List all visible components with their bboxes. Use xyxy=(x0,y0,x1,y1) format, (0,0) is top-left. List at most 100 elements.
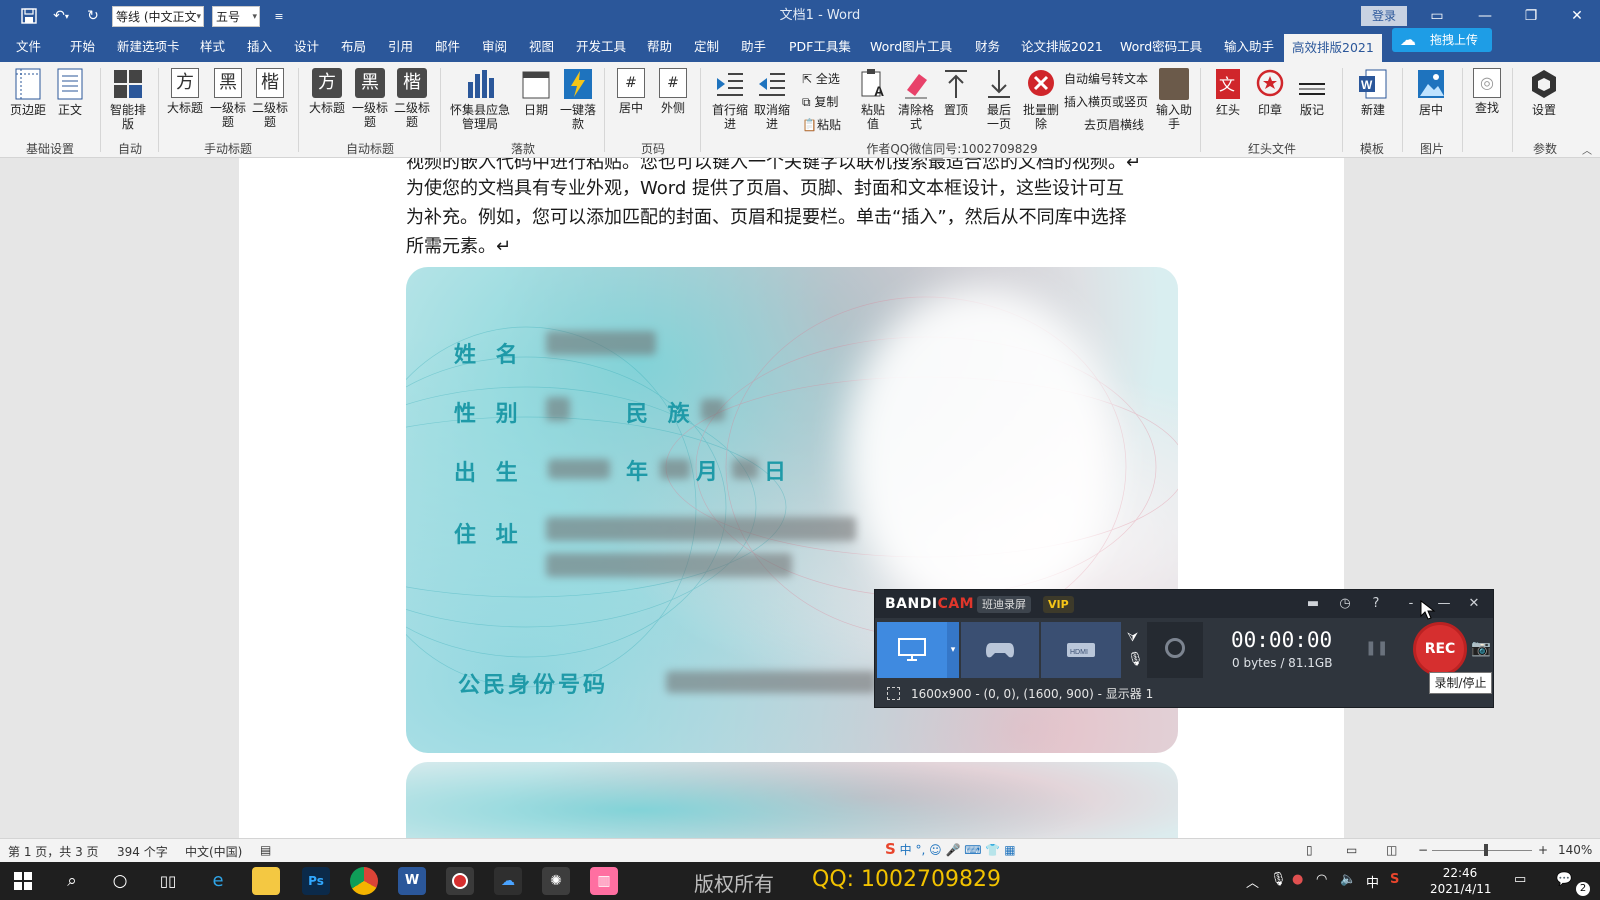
select-all-button[interactable]: ⇱ 全选 xyxy=(802,70,840,87)
macro-icon[interactable]: ▤ xyxy=(260,843,271,857)
tray-chevron-icon[interactable]: ︿ xyxy=(1246,872,1259,891)
tab-finance[interactable]: 财务 xyxy=(975,32,1000,62)
tab-home[interactable]: 开始 xyxy=(70,32,95,62)
ime-indicator[interactable]: 中 xyxy=(1366,872,1379,891)
cancel-indent-button[interactable]: 取消缩进 xyxy=(754,68,790,131)
chrome-icon[interactable] xyxy=(350,867,378,895)
zoom-in-icon[interactable]: + xyxy=(1538,843,1548,857)
auto-number-button[interactable]: 自动编号转文本 xyxy=(1064,70,1148,87)
red-head-button[interactable]: 文 红头 xyxy=(1212,68,1244,117)
edition-mark-button[interactable]: 版记 xyxy=(1296,68,1328,117)
media-app-icon[interactable]: ▥ xyxy=(590,867,618,895)
tab-new-tab[interactable]: 新建选项卡 xyxy=(117,32,180,62)
tray-app-icon[interactable]: ● xyxy=(1292,872,1303,887)
tab-layout[interactable]: 布局 xyxy=(341,32,366,62)
app-gear-icon[interactable]: ✺ xyxy=(542,867,570,895)
tab-word-image-tools[interactable]: Word图片工具 xyxy=(870,32,952,62)
action-center-icon[interactable]: 💬 xyxy=(1556,872,1572,887)
word-icon[interactable]: W xyxy=(398,867,426,895)
folder-icon[interactable]: ▬ xyxy=(1304,595,1322,613)
paragraph-line[interactable]: 为补充。例如，您可以添加匹配的封面、页眉和提要栏。单击“插入”，然后从不同库中选… xyxy=(406,205,1127,231)
customize-icon[interactable]: ≡ xyxy=(270,5,288,27)
tab-styles[interactable]: 样式 xyxy=(200,32,225,62)
sogou-tray-icon[interactable]: S xyxy=(1390,872,1399,887)
collapse-ribbon-icon[interactable]: ︿ xyxy=(1582,142,1592,157)
vip-badge[interactable]: VIP xyxy=(1043,596,1074,613)
close-icon[interactable]: ✕ xyxy=(1554,0,1600,32)
tab-pdf-tools[interactable]: PDF工具集 xyxy=(789,32,851,62)
tab-mailings[interactable]: 邮件 xyxy=(435,32,460,62)
screen-mode-dropdown[interactable]: ▾ xyxy=(947,622,959,678)
clear-format-button[interactable]: 清除格式 xyxy=(898,68,934,131)
tab-references[interactable]: 引用 xyxy=(388,32,413,62)
zoom-slider-thumb[interactable] xyxy=(1484,844,1488,856)
microphone-icon[interactable]: 🎙 xyxy=(1127,652,1144,667)
task-view-icon[interactable]: ▯▯ xyxy=(154,867,182,895)
new-template-button[interactable]: W 新建 xyxy=(1356,68,1390,117)
paragraph-line[interactable]: 所需元素。↵ xyxy=(406,234,511,260)
tab-developer[interactable]: 开发工具 xyxy=(576,32,626,62)
wifi-icon[interactable]: ◠ xyxy=(1316,872,1327,887)
body-text-button[interactable]: 正文 xyxy=(52,68,88,117)
word-count[interactable]: 394 个字 xyxy=(117,843,168,860)
paragraph-line[interactable]: 为使您的文档具有专业外观，Word 提供了页眉、页脚、封面和文本框设计，这些设计… xyxy=(406,176,1124,202)
zoom-level[interactable]: 140% xyxy=(1558,843,1592,857)
webcam-button[interactable] xyxy=(1147,622,1203,678)
volume-icon[interactable]: 🔈 xyxy=(1340,872,1356,887)
smart-layout-button[interactable]: 智能排版 xyxy=(108,68,148,131)
tab-input-helper[interactable]: 输入助手 xyxy=(1224,32,1274,62)
clock[interactable]: 22:46 2021/4/11 xyxy=(1430,865,1492,897)
font-name-combo[interactable]: 等线 (中文正文 ▾ xyxy=(112,6,204,27)
tray-mic-icon[interactable]: 🎙 xyxy=(1270,872,1287,887)
camera-icon[interactable]: 📷 xyxy=(1471,638,1491,657)
minimize-tray-icon[interactable]: — xyxy=(1435,595,1453,613)
game-mode-button[interactable] xyxy=(961,622,1039,678)
level1-title-button[interactable]: 黑 一级标题 xyxy=(208,68,248,129)
cursor-toggle-icon[interactable]: ⮛ xyxy=(1127,630,1138,645)
auto-level1-button[interactable]: 黑 一级标题 xyxy=(350,68,390,129)
read-mode-icon[interactable]: ▯ xyxy=(1306,843,1313,857)
redo-icon[interactable]: ↻ xyxy=(82,5,104,27)
find-button[interactable]: ◎ 查找 xyxy=(1470,68,1504,115)
recording-area-info[interactable]: 1600x900 - (0, 0), (1600, 900) - 显示器 1 xyxy=(875,681,1493,707)
bandicam-taskbar-icon[interactable] xyxy=(446,867,474,895)
date-button[interactable]: 日期 xyxy=(518,68,554,117)
id-card-image-second[interactable] xyxy=(406,762,1178,838)
tab-custom[interactable]: 定制 xyxy=(694,32,719,62)
file-explorer-icon[interactable] xyxy=(252,867,280,895)
insert-landscape-button[interactable]: 插入横页或竖页 xyxy=(1064,93,1148,110)
tab-word-password[interactable]: Word密码工具 xyxy=(1120,32,1202,62)
level2-title-button[interactable]: 楷 二级标题 xyxy=(250,68,290,129)
bandicam-titlebar[interactable]: BANDICAM 班迪录屏 VIP ▬ ◷ ? - — ✕ xyxy=(875,590,1493,618)
edge-icon[interactable]: e xyxy=(204,867,232,895)
batch-delete-button[interactable]: 批量删除 xyxy=(1022,68,1060,131)
copy-button[interactable]: ⧉ 复制 xyxy=(802,93,838,110)
help-icon[interactable]: ? xyxy=(1367,595,1385,613)
first-indent-button[interactable]: 首行缩进 xyxy=(712,68,748,131)
page-number-outside-button[interactable]: # 外侧 xyxy=(656,68,690,115)
record-button[interactable]: REC xyxy=(1413,622,1467,676)
one-key-sign-button[interactable]: 一键落款 xyxy=(558,68,598,131)
print-layout-icon[interactable]: ▭ xyxy=(1346,843,1357,857)
baidu-netdisk-icon[interactable]: ☁ xyxy=(494,867,522,895)
photoshop-icon[interactable]: Ps xyxy=(302,867,330,895)
tab-file[interactable]: 文件 xyxy=(16,32,41,62)
seal-button[interactable]: 印章 xyxy=(1254,68,1286,117)
tab-help[interactable]: 帮助 xyxy=(647,32,672,62)
page-count[interactable]: 第 1 页，共 3 页 xyxy=(8,843,99,860)
document-workspace[interactable]: 视频的嵌入代码中进行粘贴。您也可以键入一个关键字以联机搜索最适合您的文档的视频。… xyxy=(0,158,1600,838)
login-button[interactable]: 登录 xyxy=(1361,6,1407,26)
undo-icon[interactable]: ↶ ▾ xyxy=(48,5,74,27)
big-title-button[interactable]: 方 大标题 xyxy=(166,68,204,115)
close-icon[interactable]: ✕ xyxy=(1465,595,1483,613)
hdmi-mode-button[interactable]: HDMI xyxy=(1041,622,1121,678)
auto-level2-button[interactable]: 楷 二级标题 xyxy=(392,68,432,129)
tab-design[interactable]: 设计 xyxy=(294,32,319,62)
settings-button[interactable]: 设置 xyxy=(1526,68,1562,117)
minimize-icon[interactable]: - xyxy=(1402,595,1420,613)
cortana-icon[interactable]: ○ xyxy=(106,867,134,895)
page-margin-button[interactable]: 页边距 xyxy=(10,68,46,117)
cloud-upload-button[interactable]: ☁ 拖拽上传 xyxy=(1392,28,1492,52)
zoom-out-icon[interactable]: − xyxy=(1418,843,1428,857)
tab-insert[interactable]: 插入 xyxy=(247,32,272,62)
